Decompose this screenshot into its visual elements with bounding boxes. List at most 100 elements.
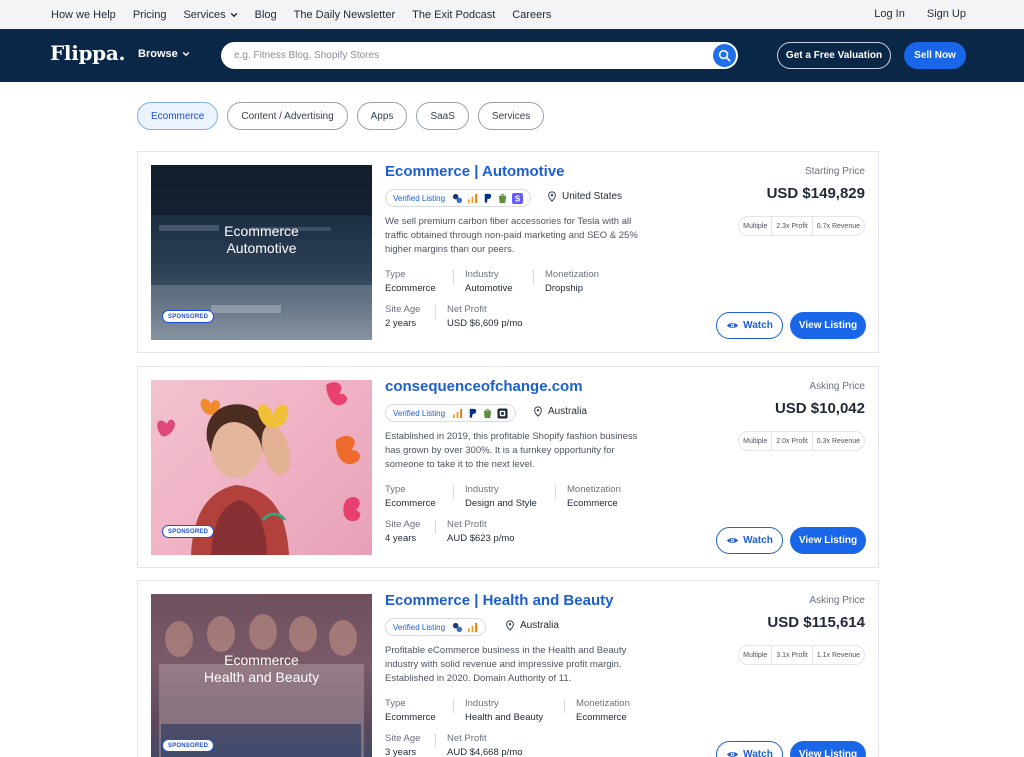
meta-industry: Industry Design and Style bbox=[465, 484, 537, 509]
browse-menu[interactable]: Browse bbox=[138, 48, 190, 60]
meta-monetization: Monetization Dropship bbox=[545, 269, 599, 294]
meta-label: Net Profit bbox=[447, 519, 487, 530]
divider bbox=[435, 734, 436, 748]
listing-thumbnail[interactable]: Ecommerce Automotive SPONSORED bbox=[151, 165, 372, 340]
chip-saas[interactable]: SaaS bbox=[416, 102, 469, 130]
stripe-icon: S bbox=[512, 192, 524, 204]
meta-label: Site Age bbox=[385, 519, 421, 530]
shopify-icon bbox=[498, 193, 507, 203]
free-valuation-button[interactable]: Get a Free Valuation bbox=[777, 42, 891, 69]
chip-content-advertising[interactable]: Content / Advertising bbox=[227, 102, 348, 130]
chevron-down-icon bbox=[182, 51, 190, 57]
listing-title[interactable]: Ecommerce | Automotive bbox=[385, 163, 565, 180]
listing-price: USD $10,042 bbox=[774, 400, 865, 417]
nav-newsletter[interactable]: The Daily Newsletter bbox=[294, 9, 395, 21]
sponsored-badge: SPONSORED bbox=[162, 739, 215, 752]
thumbnail-caption: Ecommerce Automotive bbox=[151, 223, 372, 257]
verified-label: Verified Listing bbox=[393, 408, 446, 418]
view-listing-button[interactable]: View Listing bbox=[790, 312, 866, 339]
top-nav: How we Help Pricing Services Blog The Da… bbox=[51, 0, 568, 29]
location-text: Australia bbox=[548, 406, 587, 417]
search-input[interactable] bbox=[234, 42, 704, 69]
meta-site-age: Site Age 3 years bbox=[385, 733, 420, 757]
chip-ecommerce[interactable]: Ecommerce bbox=[137, 102, 219, 130]
meta-value: 4 years bbox=[385, 533, 417, 544]
divider bbox=[435, 305, 436, 319]
meta-site-age: Site Age 4 years bbox=[385, 519, 420, 544]
nav-podcast[interactable]: The Exit Podcast bbox=[412, 9, 495, 21]
watch-button[interactable]: Watch bbox=[716, 527, 783, 554]
signup-link[interactable]: Sign Up bbox=[927, 8, 966, 20]
sell-now-button[interactable]: Sell Now bbox=[904, 42, 966, 69]
meta-value: 3 years bbox=[385, 747, 417, 757]
meta-label: Type bbox=[385, 269, 406, 280]
verified-listing-badge[interactable]: Verified Listing bbox=[385, 618, 487, 636]
listing-price: USD $115,614 bbox=[767, 614, 865, 631]
meta-label: Type bbox=[385, 698, 406, 709]
sponsored-badge: SPONSORED bbox=[162, 525, 215, 538]
location-pin-icon bbox=[548, 191, 556, 202]
nav-careers[interactable]: Careers bbox=[512, 9, 551, 21]
location-pin-icon bbox=[534, 406, 542, 417]
meta-value: AUD $623 p/mo bbox=[447, 533, 515, 544]
meta-value: Health and Beauty bbox=[465, 712, 544, 723]
search-bar bbox=[221, 42, 738, 69]
view-listing-button[interactable]: View Listing bbox=[790, 527, 866, 554]
chip-apps[interactable]: Apps bbox=[356, 102, 408, 130]
eye-icon bbox=[727, 538, 739, 543]
watch-button[interactable]: Watch bbox=[716, 312, 783, 339]
shopify-icon bbox=[483, 408, 492, 418]
listing-title[interactable]: consequenceofchange.com bbox=[385, 378, 583, 395]
chevron-down-icon bbox=[230, 12, 237, 17]
meta-type: Type Ecommerce bbox=[385, 698, 436, 723]
listing-title[interactable]: Ecommerce | Health and Beauty bbox=[385, 592, 613, 609]
meta-label: Site Age bbox=[385, 304, 421, 315]
multiples-pill: Multiple 2.3x Profit 0.7x Revenue bbox=[738, 216, 865, 236]
meta-value: Ecommerce bbox=[385, 498, 436, 509]
listing-thumbnail[interactable]: Ecommerce Health and Beauty SPONSORED bbox=[151, 594, 372, 757]
profit-multiple: 2.3x Profit bbox=[771, 216, 812, 236]
thumbnail-caption: Ecommerce Health and Beauty bbox=[151, 652, 372, 686]
listing-description: Profitable eCommerce business in the Hea… bbox=[385, 645, 627, 684]
meta-type: Type Ecommerce bbox=[385, 484, 436, 509]
meta-value: Ecommerce bbox=[385, 712, 436, 723]
listing-thumbnail[interactable]: SPONSORED bbox=[151, 380, 372, 555]
location-pin-icon bbox=[506, 620, 514, 631]
profit-multiple: 2.0x Profit bbox=[771, 431, 812, 451]
verified-label: Verified Listing bbox=[393, 622, 446, 632]
meta-label: Industry bbox=[465, 269, 499, 280]
listing-location: Australia bbox=[505, 620, 559, 631]
chip-services[interactable]: Services bbox=[477, 102, 545, 130]
login-link[interactable]: Log In bbox=[874, 8, 905, 20]
caption-line: Ecommerce bbox=[224, 652, 299, 668]
listing-description: We sell premium carbon fiber accessories… bbox=[385, 216, 638, 255]
view-listing-button[interactable]: View Listing bbox=[790, 741, 866, 757]
watch-button[interactable]: Watch bbox=[716, 741, 783, 757]
nav-pricing[interactable]: Pricing bbox=[133, 9, 167, 21]
meta-net-profit: Net Profit AUD $4,668 p/mo bbox=[447, 733, 523, 757]
price-label: Asking Price bbox=[809, 595, 865, 606]
divider bbox=[435, 520, 436, 534]
watch-label: Watch bbox=[743, 535, 773, 546]
meta-label: Monetization bbox=[567, 484, 621, 495]
nav-services[interactable]: Services bbox=[183, 9, 237, 21]
meta-label: Monetization bbox=[576, 698, 630, 709]
meta-value: Automotive bbox=[465, 283, 513, 294]
listing-card[interactable]: SPONSORED consequenceofchange.com Verifi… bbox=[137, 366, 879, 568]
meta-value: Design and Style bbox=[465, 498, 537, 509]
meta-value: Ecommerce bbox=[385, 283, 436, 294]
flippa-logo[interactable]: Flippa. bbox=[50, 41, 125, 65]
analytics-icon bbox=[452, 622, 463, 632]
meta-value: Ecommerce bbox=[576, 712, 627, 723]
nav-how-we-help[interactable]: How we Help bbox=[51, 9, 116, 21]
divider bbox=[453, 270, 454, 284]
verified-listing-badge[interactable]: Verified Listing bbox=[385, 404, 517, 422]
search-button[interactable] bbox=[713, 44, 736, 67]
eye-icon bbox=[727, 323, 739, 328]
meta-label: Net Profit bbox=[447, 733, 487, 744]
listing-card[interactable]: Ecommerce Health and Beauty SPONSORED Ec… bbox=[137, 580, 879, 757]
verified-listing-badge[interactable]: Verified Listing S bbox=[385, 189, 532, 207]
listing-card[interactable]: Ecommerce Automotive SPONSORED Ecommerce… bbox=[137, 151, 879, 353]
nav-blog[interactable]: Blog bbox=[255, 9, 277, 21]
auth-links: Log In Sign Up bbox=[874, 0, 966, 27]
